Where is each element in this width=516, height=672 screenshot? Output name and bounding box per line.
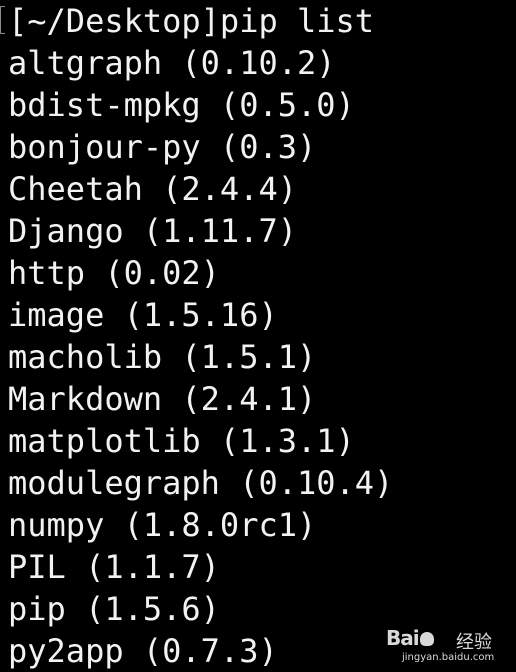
package-line: macholib (1.5.1) — [8, 338, 317, 376]
baidu-jingyan-watermark: Bai 经验 jingyan.baidu.com — [386, 626, 508, 666]
watermark-label: 经验 — [456, 632, 492, 653]
package-line: PIL (1.1.7) — [8, 548, 220, 586]
terminal-output: [~/Desktop]pip list altgraph (0.10.2) bd… — [8, 0, 393, 672]
package-line: modulegraph (0.10.4) — [8, 464, 394, 502]
package-line: numpy (1.8.0rc1) — [8, 506, 317, 544]
package-line: http (0.02) — [8, 254, 220, 292]
package-line: bonjour-py (0.3) — [8, 128, 317, 166]
package-line: Markdown (2.4.1) — [8, 380, 317, 418]
baidu-logo-text: Bai — [386, 626, 420, 650]
line-marker-bracket — [0, 6, 5, 34]
package-line: matplotlib (1.3.1) — [8, 422, 355, 460]
package-line: pip (1.5.6) — [8, 590, 220, 628]
package-line: image (1.5.16) — [8, 296, 278, 334]
baidu-logo: Bai — [386, 626, 435, 650]
package-line: altgraph (0.10.2) — [8, 44, 336, 82]
watermark-site: jingyan.baidu.com — [402, 652, 495, 663]
terminal-window[interactable]: [~/Desktop]pip list altgraph (0.10.2) bd… — [0, 0, 516, 672]
package-line: bdist-mpkg (0.5.0) — [8, 86, 355, 124]
package-line: py2app (0.7.3) — [8, 632, 278, 670]
command-prompt-line: [~/Desktop]pip list — [8, 2, 375, 40]
package-line: Django (1.11.7) — [8, 212, 297, 250]
package-line: Cheetah (2.4.4) — [8, 170, 297, 208]
baidu-paw-icon — [419, 632, 434, 646]
